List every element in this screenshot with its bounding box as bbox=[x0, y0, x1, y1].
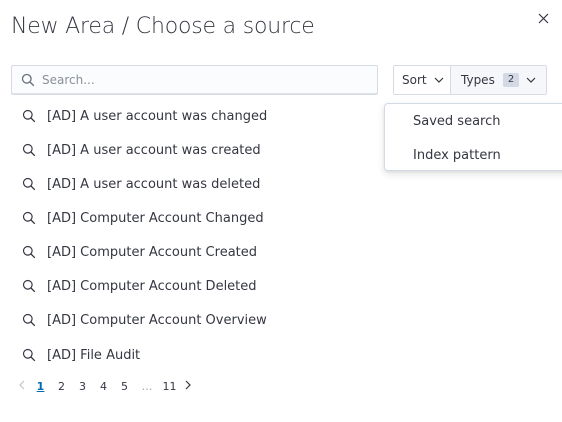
search-field[interactable] bbox=[11, 65, 378, 95]
types-option-index-pattern[interactable]: Index pattern bbox=[413, 148, 501, 163]
previous-page-button[interactable] bbox=[14, 380, 30, 393]
pagination-ellipsis: … bbox=[141, 379, 153, 393]
page-5-button[interactable]: 5 bbox=[114, 380, 135, 393]
search-input[interactable] bbox=[42, 66, 362, 94]
page-4-button[interactable]: 4 bbox=[93, 380, 114, 393]
choose-source-modal: New Area / Choose a source Sort Types 2 … bbox=[0, 0, 562, 422]
pagination: 1 2 3 4 5 … 11 bbox=[14, 377, 196, 395]
list-item[interactable]: [AD] A user account was deleted bbox=[22, 167, 260, 201]
search-icon bbox=[22, 348, 36, 362]
page-2-button[interactable]: 2 bbox=[51, 380, 72, 393]
list-item[interactable]: [AD] A user account was created bbox=[22, 133, 261, 167]
list-item[interactable]: [AD] Computer Account Deleted bbox=[22, 269, 257, 303]
list-item[interactable]: [AD] File Audit bbox=[22, 338, 140, 372]
list-item[interactable]: [AD] Computer Account Created bbox=[22, 235, 257, 269]
list-item[interactable]: [AD] Computer Account Overview bbox=[22, 303, 267, 337]
close-button[interactable] bbox=[534, 9, 552, 27]
types-option-saved-search[interactable]: Saved search bbox=[413, 114, 500, 129]
next-page-button[interactable] bbox=[180, 380, 196, 393]
search-icon bbox=[22, 109, 36, 123]
list-item-label: [AD] A user account was deleted bbox=[47, 176, 261, 192]
types-popover: Saved search Index pattern bbox=[384, 103, 562, 171]
types-label: Types bbox=[461, 73, 495, 87]
search-icon bbox=[22, 177, 36, 191]
list-item-label: [AD] A user account was created bbox=[47, 142, 261, 158]
search-icon bbox=[22, 143, 36, 157]
list-item-label: [AD] Computer Account Overview bbox=[47, 312, 267, 328]
search-icon bbox=[22, 245, 36, 259]
sort-button[interactable]: Sort bbox=[394, 66, 451, 94]
chevron-right-icon bbox=[185, 380, 191, 389]
search-icon bbox=[21, 73, 35, 87]
list-item-label: [AD] Computer Account Deleted bbox=[47, 278, 257, 294]
list-item-label: [AD] A user account was changed bbox=[47, 108, 268, 124]
chevron-down-icon bbox=[434, 77, 444, 83]
sort-label: Sort bbox=[402, 73, 427, 87]
search-icon bbox=[22, 211, 36, 225]
page-3-button[interactable]: 3 bbox=[72, 380, 93, 393]
filter-group: Sort Types 2 bbox=[393, 65, 547, 95]
chevron-left-icon bbox=[19, 380, 25, 389]
close-icon bbox=[538, 13, 548, 23]
page-title: New Area / Choose a source bbox=[11, 14, 315, 39]
types-count-badge: 2 bbox=[502, 73, 520, 87]
search-icon bbox=[22, 313, 36, 327]
page-1-button[interactable]: 1 bbox=[30, 380, 51, 393]
list-item[interactable]: [AD] Computer Account Changed bbox=[22, 201, 264, 235]
search-icon bbox=[22, 279, 36, 293]
chevron-down-icon bbox=[526, 77, 536, 83]
types-button[interactable]: Types 2 bbox=[451, 66, 546, 94]
list-item-label: [AD] Computer Account Changed bbox=[47, 210, 264, 226]
list-item-label: [AD] File Audit bbox=[47, 347, 141, 363]
page-last-button[interactable]: 11 bbox=[159, 380, 180, 393]
list-item-label: [AD] Computer Account Created bbox=[47, 244, 258, 260]
list-item[interactable]: [AD] A user account was changed bbox=[22, 99, 267, 133]
